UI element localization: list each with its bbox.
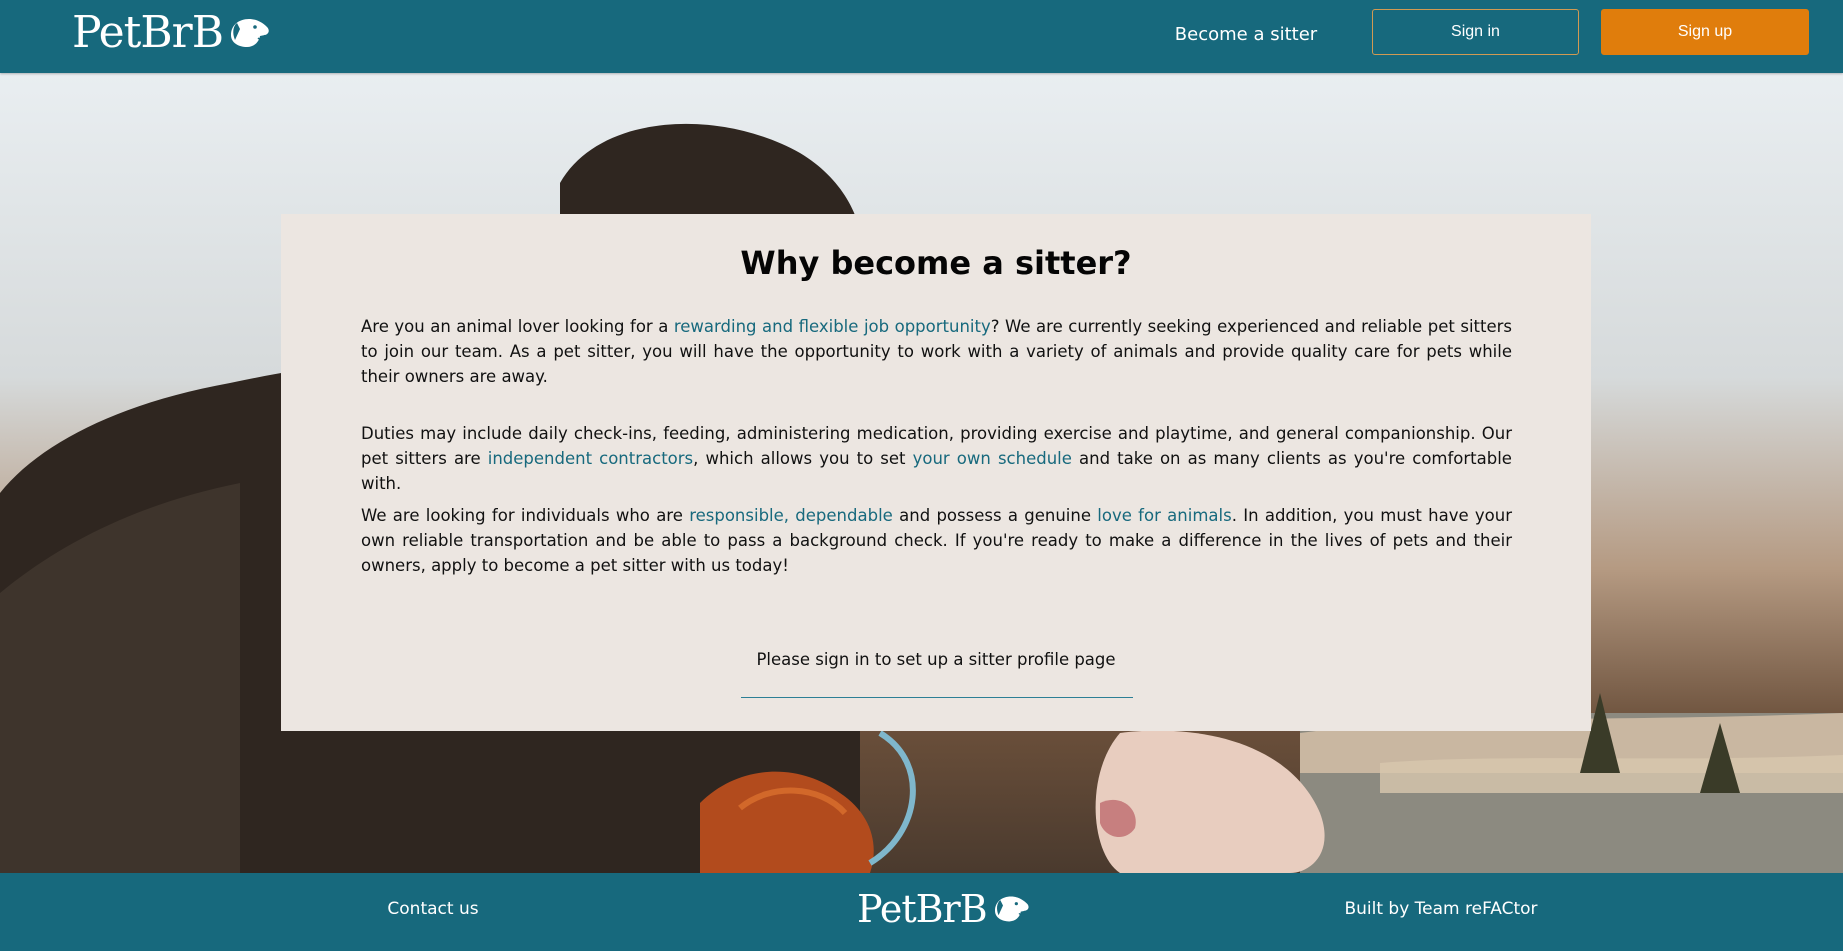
highlight-text: responsible, dependable (689, 506, 893, 525)
text-segment: We are looking for individuals who are (361, 506, 690, 525)
page-title: Why become a sitter? (740, 244, 1132, 282)
sign-up-button[interactable]: Sign up (1601, 9, 1809, 55)
signin-prompt: Please sign in to set up a sitter profil… (756, 650, 1116, 669)
intro-paragraph: Are you an animal lover looking for a re… (361, 314, 1512, 389)
highlight-text: love for animals (1097, 506, 1232, 525)
highlight-text: independent contractors (487, 449, 694, 468)
duties-paragraph: Duties may include daily check-ins, feed… (361, 421, 1512, 496)
dog-head-icon (994, 896, 1029, 922)
sign-in-button[interactable]: Sign in (1372, 9, 1579, 55)
divider (741, 697, 1133, 698)
highlight-text: your own schedule (912, 449, 1072, 468)
footer: Contact us PetBrB Built by Team reFACtor (0, 873, 1843, 951)
logo-text: PetBrB (72, 7, 224, 58)
highlight-text: rewarding and flexible job opportunity (673, 317, 991, 336)
contact-us-link[interactable]: Contact us (368, 899, 498, 919)
top-navbar: PetBrB Become a sitter Sign in Sign up (0, 0, 1843, 73)
dog-head-icon (231, 19, 269, 47)
built-by-credit: Built by Team reFACtor (1344, 899, 1538, 919)
become-sitter-link[interactable]: Become a sitter (1166, 20, 1326, 50)
become-sitter-card: Why become a sitter? Are you an animal l… (281, 214, 1591, 731)
text-segment: , which allows you to set (693, 449, 913, 468)
footer-logo[interactable]: PetBrB (857, 889, 1031, 929)
text-segment: Are you an animal lover looking for a (361, 317, 674, 336)
logo-text: PetBrB (857, 887, 988, 931)
logo[interactable]: PetBrB (72, 11, 271, 55)
text-segment: and possess a genuine (892, 506, 1098, 525)
requirements-paragraph: We are looking for individuals who are r… (361, 503, 1512, 578)
